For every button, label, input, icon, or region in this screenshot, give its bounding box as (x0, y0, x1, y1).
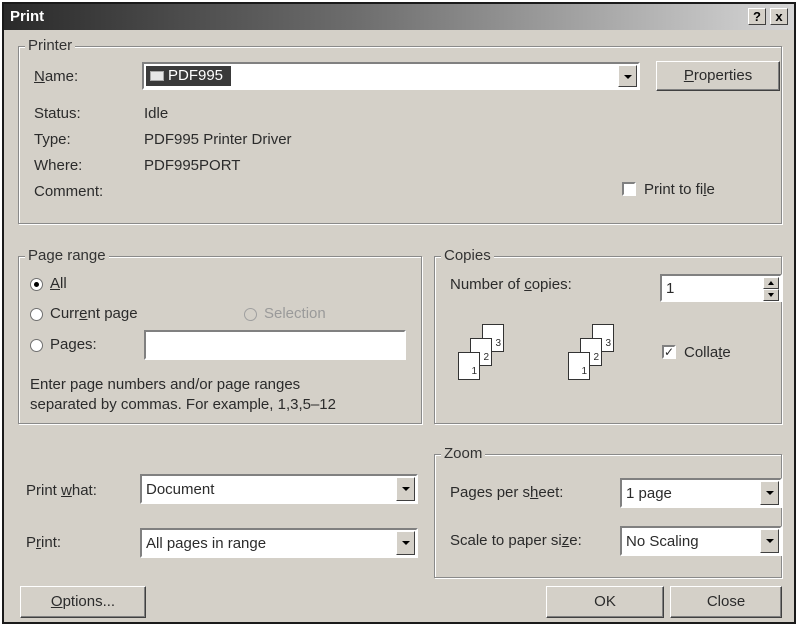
help-button[interactable]: ? (748, 8, 766, 25)
close-button[interactable]: Close (670, 586, 782, 618)
printer-name-select[interactable]: PDF995 (142, 62, 640, 90)
pages-label[interactable]: Pages: (50, 336, 97, 353)
zoom-legend: Zoom (441, 445, 486, 462)
printer-name-value: PDF995 (146, 66, 232, 86)
print-select[interactable]: All pages in range (140, 528, 418, 558)
print-what-select[interactable]: Document (140, 474, 418, 504)
where-value: PDF995PORT (144, 157, 241, 174)
page-range-hint-line2: separated by commas. For example, 1,3,5–… (30, 396, 336, 413)
copies-legend: Copies (441, 247, 494, 264)
type-value: PDF995 Printer Driver (144, 131, 292, 148)
copies-input[interactable]: 1 (660, 274, 782, 302)
spin-down-icon[interactable] (763, 289, 779, 301)
printer-legend: Printer (25, 37, 76, 54)
properties-button[interactable]: Properties (656, 61, 780, 91)
type-label: Type: (34, 131, 71, 148)
chevron-down-icon[interactable] (760, 481, 779, 505)
print-to-file-checkbox[interactable] (622, 182, 636, 196)
zoom-group: Zoom (434, 445, 782, 578)
pages-input[interactable] (144, 330, 406, 360)
selection-label: Selection (264, 305, 326, 322)
comment-label: Comment: (34, 183, 104, 200)
status-label: Status: (34, 105, 81, 122)
print-label: Print: (26, 534, 62, 551)
title-bar[interactable]: Print ? x (4, 4, 794, 30)
copies-value: 1 (666, 280, 675, 297)
collate-label[interactable]: Collate (684, 344, 731, 361)
print-what-label: Print what: (26, 482, 97, 499)
chevron-down-icon[interactable] (396, 477, 415, 501)
all-radio[interactable] (30, 278, 43, 291)
status-value: Idle (144, 105, 169, 122)
number-of-copies-label: Number of copies: (450, 276, 572, 293)
name-label: Name: (34, 68, 79, 85)
scale-select[interactable]: No Scaling (620, 526, 782, 556)
pages-per-sheet-value: 1 page (626, 485, 672, 502)
pages-per-sheet-select[interactable]: 1 page (620, 478, 782, 508)
spin-up-icon[interactable] (763, 277, 779, 289)
chevron-down-icon[interactable] (760, 529, 779, 553)
dialog-title: Print (10, 8, 45, 25)
current-page-label[interactable]: Current page (50, 305, 138, 322)
close-icon[interactable]: x (770, 8, 788, 25)
chevron-down-icon[interactable] (618, 65, 637, 87)
pages-per-sheet-label: Pages per sheet: (450, 484, 564, 501)
print-what-value: Document (146, 481, 215, 498)
where-label: Where: (34, 157, 83, 174)
selection-radio (244, 308, 257, 321)
all-label[interactable]: All (50, 275, 67, 292)
scale-value: No Scaling (626, 533, 699, 550)
chevron-down-icon[interactable] (396, 531, 415, 555)
ok-button[interactable]: OK (546, 586, 664, 618)
page-range-hint-line1: Enter page numbers and/or page ranges (30, 376, 301, 393)
print-value: All pages in range (146, 535, 267, 552)
print-dialog: Print ? x Printer Name: PDF995 Propertie… (2, 2, 796, 624)
options-button[interactable]: Options... (20, 586, 146, 618)
page-range-legend: Page range (25, 247, 109, 264)
pages-radio[interactable] (30, 339, 43, 352)
current-page-radio[interactable] (30, 308, 43, 321)
printer-icon (150, 71, 164, 81)
collate-checkbox[interactable]: ✓ (662, 345, 676, 359)
scale-label: Scale to paper size: (450, 532, 582, 549)
print-to-file-label[interactable]: Print to file (644, 181, 715, 198)
